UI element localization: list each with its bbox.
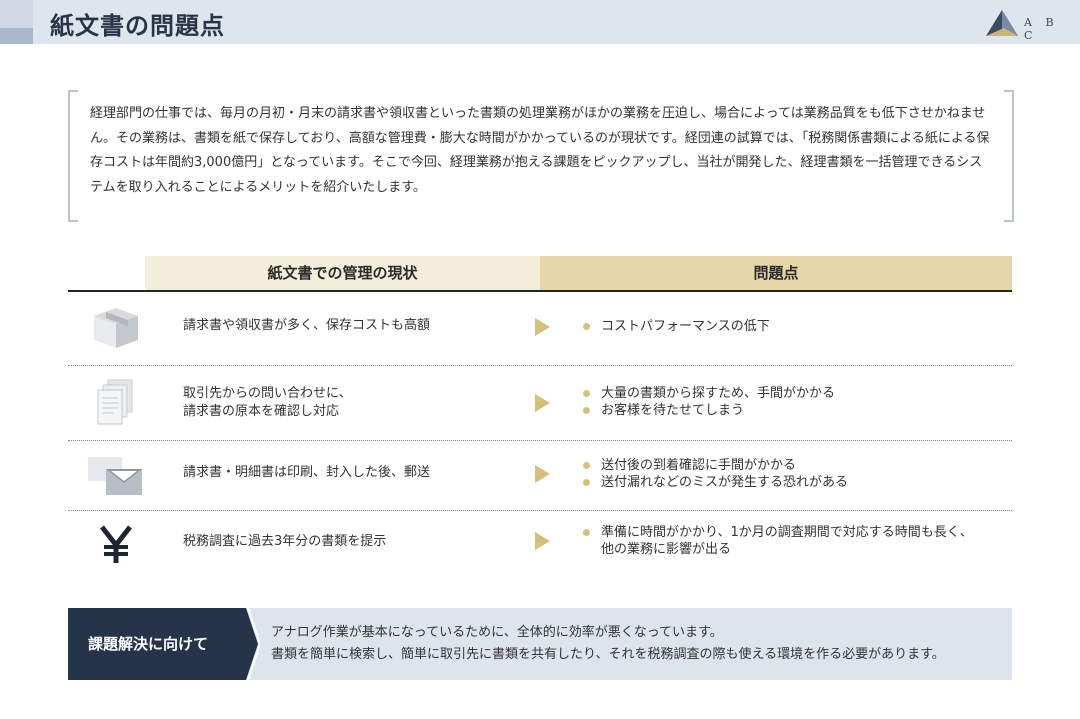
issue-item: 準備に時間がかかり、1か月の調査期間で対応する時間も長く、 <box>581 524 1001 541</box>
arrow-icon <box>535 394 550 412</box>
row-description: 請求書・明細書は印刷、封入した後、郵送 <box>183 465 431 480</box>
left-bracket <box>68 90 78 222</box>
issue-list: コストパフォーマンスの低下 <box>581 318 1001 335</box>
arrow-icon <box>535 465 550 483</box>
company-logo: A B C <box>984 8 1074 42</box>
solution-band: 課題解決に向けて アナログ作業が基本になっているために、全体的に効率が悪くなって… <box>68 608 1012 680</box>
table-row: 税務調査に過去3年分の書類を提示 準備に時間がかかり、1か月の調査期間で対応する… <box>68 511 1012 575</box>
header-accent-top <box>0 0 33 28</box>
issue-list: 大量の書類から探すため、手間がかかる お客様を待たせてしまう <box>581 385 1001 419</box>
solution-line: アナログ作業が基本になっているために、全体的に効率が悪くなっています。 <box>271 625 723 640</box>
documents-icon <box>86 378 146 428</box>
solution-line: 書類を簡単に検索し、簡単に取引先に書類を共有したり、それを税務調査の際も使える環… <box>271 647 945 662</box>
solution-text: アナログ作業が基本になっているために、全体的に効率が悪くなっています。 書類を簡… <box>271 622 945 666</box>
header-current-state: 紙文書での管理の現状 <box>145 256 540 290</box>
envelope-icon <box>86 453 146 503</box>
issue-list: 準備に時間がかかり、1か月の調査期間で対応する時間も長く、 他の業務に影響が出る <box>581 524 1001 558</box>
solution-label: 課題解決に向けて <box>68 608 246 680</box>
issue-item: お客様を待たせてしまう <box>581 402 1001 419</box>
right-bracket <box>1004 90 1014 222</box>
row-description: 請求書や領収書が多く、保存コストも高額 <box>183 318 431 333</box>
logo-text: A B C <box>1024 16 1059 42</box>
page-title: 紙文書の問題点 <box>50 12 225 40</box>
table-header: 紙文書での管理の現状 問題点 <box>68 256 1012 292</box>
issue-list: 送付後の到着確認に手間がかかる 送付漏れなどのミスが発生する恐れがある <box>581 457 1001 491</box>
issue-item: 送付漏れなどのミスが発生する恐れがある <box>581 474 1001 491</box>
issue-item: 大量の書類から探すため、手間がかかる <box>581 385 1001 402</box>
logo-triangle-icon <box>986 10 1018 36</box>
intro-text: 経理部門の仕事では、毎月の月初・月末の請求書や領収書といった書類の処理業務がほか… <box>90 106 990 195</box>
chevron-right-icon <box>236 608 260 680</box>
header-bar: 紙文書の問題点 A B C <box>0 0 1080 44</box>
issue-item-continued: 他の業務に影響が出る <box>601 542 732 557</box>
yen-icon <box>86 517 146 567</box>
table-row: 請求書・明細書は印刷、封入した後、郵送 送付後の到着確認に手間がかかる 送付漏れ… <box>68 441 1012 511</box>
table-row: 取引先からの問い合わせに、 請求書の原本を確認し対応 大量の書類から探すため、手… <box>68 366 1012 441</box>
arrow-icon <box>535 318 550 336</box>
issue-item: コストパフォーマンスの低下 <box>581 318 1001 335</box>
issue-item: 送付後の到着確認に手間がかかる <box>581 457 1001 474</box>
intro-box: 経理部門の仕事では、毎月の月初・月末の請求書や領収書といった書類の処理業務がほか… <box>68 90 1014 222</box>
header-accent-bottom <box>0 28 33 44</box>
header-problems: 問題点 <box>540 256 1012 290</box>
box-icon <box>86 302 146 352</box>
row-description: 税務調査に過去3年分の書類を提示 <box>183 534 387 549</box>
row-description: 取引先からの問い合わせに、 請求書の原本を確認し対応 <box>183 386 352 419</box>
arrow-icon <box>535 532 550 550</box>
table-row: 請求書や領収書が多く、保存コストも高額 コストパフォーマンスの低下 <box>68 292 1012 366</box>
